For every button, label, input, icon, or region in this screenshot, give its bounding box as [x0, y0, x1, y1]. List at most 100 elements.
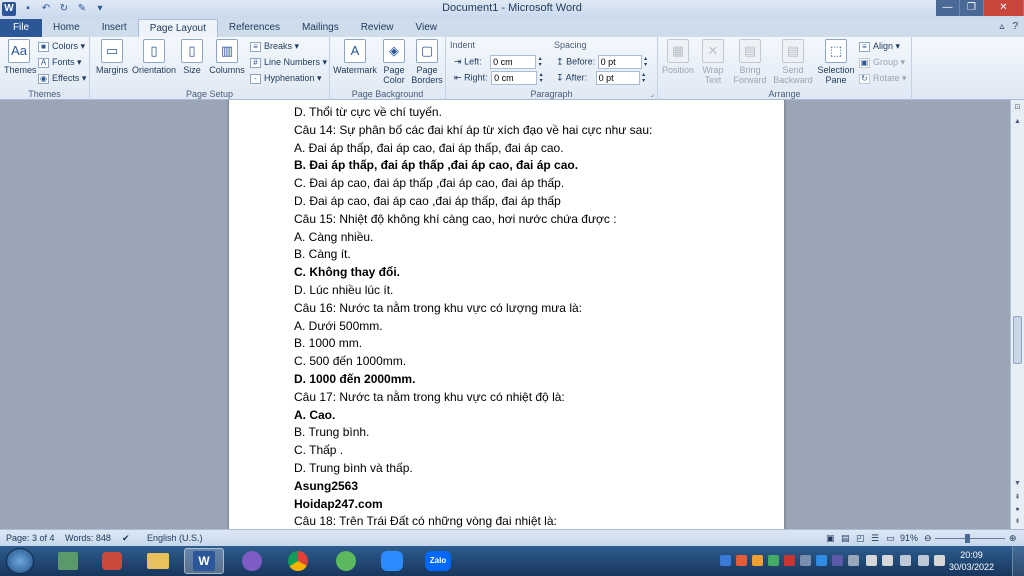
document-line[interactable]: A. Đai áp thấp, đai áp cao, đai áp thấp,… — [294, 140, 564, 156]
zoom-app-icon[interactable] — [372, 548, 412, 574]
document-line[interactable]: B. Trung bình. — [294, 424, 369, 440]
indent-left-spinner-icon[interactable]: ▴ ▾ — [539, 56, 545, 68]
document-line[interactable]: A. Cao. — [294, 407, 335, 423]
document-line[interactable]: A. Dưới 500mm. — [294, 318, 383, 334]
chat-tray-icon[interactable] — [866, 555, 877, 566]
selection-pane-button[interactable]: ⬚ Selection Pane — [816, 39, 856, 85]
breaks-button[interactable]: ≡ Breaks ▾ — [250, 40, 299, 52]
minimize-ribbon-icon[interactable]: ▵ — [999, 21, 1004, 32]
zoom-slider-track[interactable] — [935, 538, 1005, 539]
web-layout-icon[interactable]: ◰ — [856, 533, 865, 544]
margins-button[interactable]: ▭ Margins — [94, 39, 130, 75]
tray-icon[interactable] — [736, 555, 747, 566]
columns-button[interactable]: ▥ Columns — [208, 39, 246, 75]
wrap-text-button[interactable]: ✕ Wrap Text — [698, 39, 728, 85]
document-line[interactable]: B. 1000 mm. — [294, 335, 362, 351]
indent-right-spinner-icon[interactable]: ▴ ▾ — [540, 72, 546, 84]
tab-file[interactable]: File — [0, 19, 42, 37]
zalo-app-icon[interactable]: Zalo — [418, 548, 458, 574]
document-line[interactable]: Câu 17: Nước ta nằm trong khu vực có nhi… — [294, 389, 565, 405]
document-line[interactable]: D. 1000 đến 2000mm. — [294, 371, 415, 387]
tab-insert[interactable]: Insert — [91, 19, 138, 37]
indent-right-input[interactable] — [491, 71, 538, 85]
system-clock[interactable]: 20:09 30/03/2022 — [949, 549, 994, 573]
print-layout-icon[interactable]: ▣ — [826, 533, 835, 544]
tray-icon[interactable] — [752, 555, 763, 566]
document-line[interactable]: C. Thấp . — [294, 442, 343, 458]
orientation-button[interactable]: ▯ Orientation — [130, 39, 178, 75]
tray-icon[interactable] — [816, 555, 827, 566]
document-line[interactable]: D. Trung bình và thấp. — [294, 460, 413, 476]
customize-dropdown-icon[interactable]: ▾ — [94, 3, 106, 15]
tab-mailings[interactable]: Mailings — [291, 19, 350, 37]
show-desktop-button[interactable] — [1012, 546, 1024, 576]
tray-icon[interactable] — [768, 555, 779, 566]
tab-review[interactable]: Review — [350, 19, 405, 37]
close-button[interactable]: ✕ — [984, 0, 1024, 16]
themes-button[interactable]: Aa Themes — [4, 39, 37, 75]
zoom-out-icon[interactable]: ⊖ — [924, 533, 932, 544]
document-line[interactable]: Hoidap247.com — [294, 496, 383, 512]
chrome-app-icon[interactable] — [278, 548, 318, 574]
send-backward-button[interactable]: ▤ Send Backward — [772, 39, 814, 85]
tab-home[interactable]: Home — [42, 19, 91, 37]
browse-object-icon[interactable]: ● — [1012, 504, 1023, 515]
action-center-icon[interactable] — [934, 555, 945, 566]
minimize-button[interactable]: — — [936, 0, 960, 16]
document-line[interactable]: Asung2563 — [294, 478, 358, 494]
scroll-thumb[interactable] — [1013, 316, 1022, 364]
undo-icon[interactable]: ↶ — [40, 3, 52, 15]
tray-icon[interactable] — [784, 555, 795, 566]
document-page[interactable]: D. Thổi từ cực về chí tuyến. Câu 14: Sự p… — [229, 100, 784, 529]
effects-button[interactable]: ◉ Effects ▾ — [38, 72, 86, 84]
word-count[interactable]: Words: 848 — [65, 533, 111, 543]
help-icon[interactable]: ? — [1012, 21, 1018, 32]
document-line[interactable]: C. 500 đến 1000mm. — [294, 353, 406, 369]
tray-icon[interactable] — [848, 555, 859, 566]
watermark-button[interactable]: A Watermark — [332, 39, 378, 75]
redo-icon[interactable]: ↻ — [58, 3, 70, 15]
tray-icon[interactable] — [832, 555, 843, 566]
page-color-button[interactable]: ◈ Page Color — [380, 39, 408, 85]
zoom-level[interactable]: 91% — [900, 533, 918, 543]
document-line[interactable]: D. Thổi từ cực về chí tuyến. — [294, 104, 442, 120]
colors-button[interactable]: ■ Colors ▾ — [38, 40, 85, 52]
document-line[interactable]: C. Không thay đổi. — [294, 264, 400, 280]
page-borders-button[interactable]: ▢ Page Borders — [410, 39, 444, 85]
scroll-up-icon[interactable]: ▲ — [1012, 116, 1023, 127]
zoom-in-icon[interactable]: ⊕ — [1009, 533, 1017, 544]
network-icon[interactable] — [900, 555, 911, 566]
document-line[interactable]: Câu 14: Sự phân bố các đai khí áp từ xíc… — [294, 122, 652, 138]
scroll-down-icon[interactable]: ▼ — [1012, 478, 1023, 489]
restore-button[interactable]: ❐ — [960, 0, 984, 16]
tray-icon[interactable] — [720, 555, 731, 566]
volume-icon[interactable] — [918, 555, 929, 566]
tab-references[interactable]: References — [218, 19, 291, 37]
explorer-app-icon[interactable] — [48, 548, 88, 574]
messenger-tray-icon[interactable] — [882, 555, 893, 566]
document-line[interactable]: Câu 16: Nước ta nằm trong khu vực có lượ… — [294, 300, 582, 316]
line-numbers-button[interactable]: # Line Numbers ▾ — [250, 56, 327, 68]
spacing-after-spinner-icon[interactable]: ▴ ▾ — [642, 72, 648, 84]
document-line[interactable]: Câu 15: Nhiệt độ không khí càng cao, hơi… — [294, 211, 617, 227]
group-button[interactable]: ▣ Group ▾ — [859, 56, 905, 68]
document-line[interactable]: B. Càng ít. — [294, 246, 351, 262]
fonts-button[interactable]: A Fonts ▾ — [38, 56, 82, 68]
proofing-icon[interactable]: ✔ — [122, 533, 130, 544]
folder-app-icon[interactable] — [138, 548, 178, 574]
position-button[interactable]: ▦ Position — [660, 39, 696, 75]
browser-app-icon[interactable] — [326, 548, 366, 574]
paragraph-dialog-launcher-icon[interactable]: ⌟ — [651, 90, 654, 98]
previous-page-icon[interactable]: ⇞ — [1012, 492, 1023, 503]
zoom-slider-thumb[interactable] — [964, 534, 970, 543]
document-line[interactable]: D. Lúc nhiều lúc ít. — [294, 282, 393, 298]
save-icon[interactable]: ▪ — [22, 3, 34, 15]
rotate-button[interactable]: ↻ Rotate ▾ — [859, 72, 907, 84]
align-button[interactable]: ≡ Align ▾ — [859, 40, 900, 52]
document-line[interactable]: A. Càng nhiều. — [294, 229, 373, 245]
document-line[interactable]: B. Đai áp thấp, đai áp thấp ,đai áp cao,… — [294, 157, 578, 173]
word-taskbar-icon[interactable]: W — [184, 548, 224, 574]
edit-icon[interactable]: ✎ — [76, 3, 88, 15]
spacing-before-input[interactable] — [597, 55, 642, 69]
paint-app-icon[interactable] — [92, 548, 132, 574]
